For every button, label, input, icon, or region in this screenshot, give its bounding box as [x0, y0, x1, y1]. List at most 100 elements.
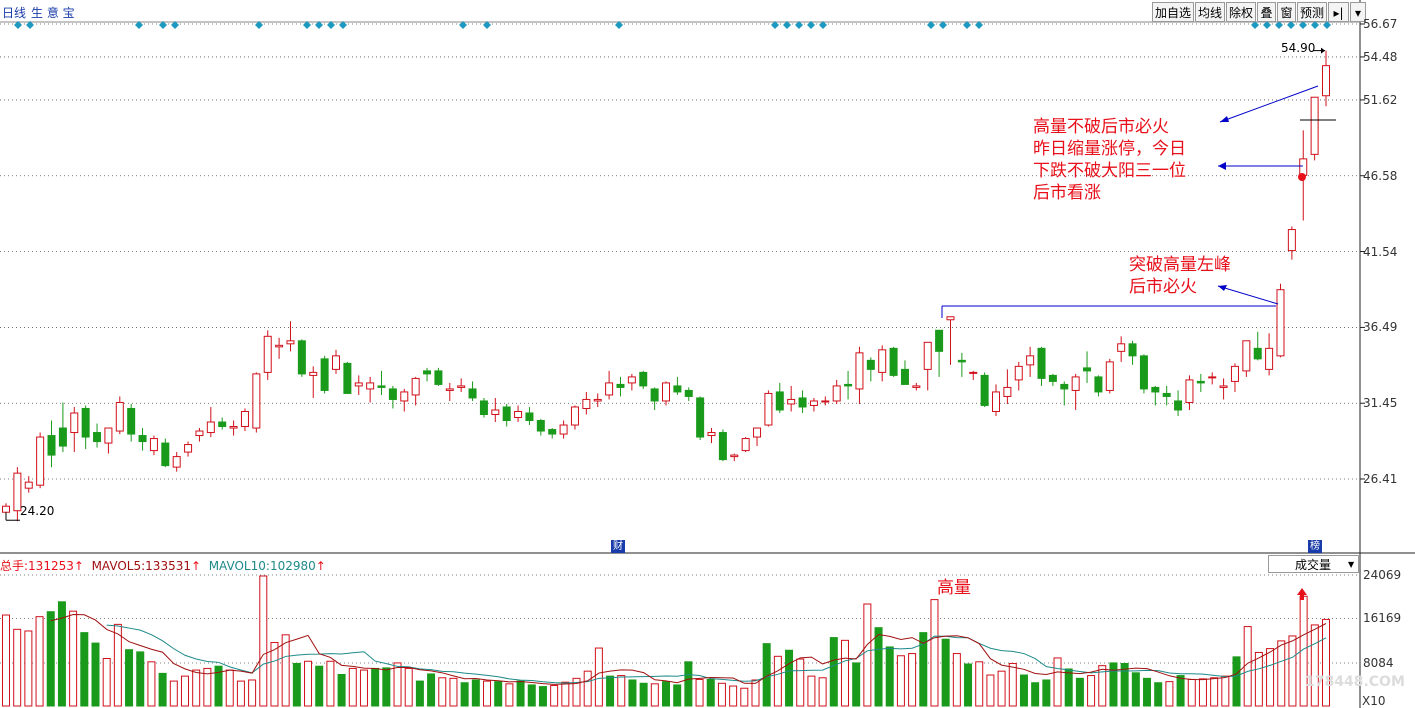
toolbar-button-0[interactable]: 加自选	[1152, 2, 1194, 22]
candle-body-up	[149, 438, 158, 452]
volume-bar-down	[706, 678, 715, 707]
candle-body-up	[1026, 355, 1035, 366]
candle-body-up	[582, 398, 591, 409]
volume-bar-down	[673, 684, 682, 707]
volume-bar-up	[169, 680, 178, 707]
note-volume-peak: 高量	[937, 578, 971, 598]
volume-bar-up	[24, 630, 33, 707]
candle-body-up	[1014, 365, 1023, 381]
price-tick-label: 26.41	[1363, 472, 1398, 486]
candle-body-down	[1128, 343, 1137, 357]
volume-bar-up	[1288, 635, 1297, 707]
candle-body-down	[980, 374, 989, 406]
price-tick-label: 46.58	[1363, 168, 1398, 183]
volume-bar-up	[930, 599, 939, 707]
candle-body-up	[24, 481, 33, 489]
candle-body-up	[605, 382, 614, 396]
candle-body-down	[650, 388, 659, 402]
candle-body-down	[639, 371, 648, 387]
volume-bar-down	[874, 627, 883, 707]
candle-body-down	[1162, 392, 1171, 397]
candle-body-up	[275, 344, 284, 348]
candle-body-up	[1071, 376, 1080, 391]
candle-body-up	[1322, 65, 1330, 97]
volume-bar-down	[785, 649, 794, 707]
volume-bar-down	[516, 680, 525, 707]
volume-bar-down	[1143, 677, 1152, 707]
volume-bar-down	[427, 673, 436, 707]
volume-bar-down	[852, 662, 861, 707]
candle-body-down	[377, 385, 386, 388]
volume-bar-up	[1254, 651, 1263, 707]
candle-body-up	[753, 427, 762, 438]
candle-body-down	[798, 397, 807, 408]
volume-bar-up	[975, 661, 984, 707]
candle-body-up	[104, 427, 113, 444]
volume-bar-down	[46, 611, 55, 707]
toolbar-button-6[interactable]: ▸|	[1328, 2, 1349, 22]
finance-marker[interactable]: 财	[611, 540, 625, 553]
toolbar-button-3[interactable]: 叠	[1257, 2, 1276, 22]
candle-body-up	[1105, 361, 1114, 391]
candle-body-down	[58, 427, 67, 447]
candle-body-down	[479, 400, 488, 415]
volume-bar-up	[1008, 662, 1017, 707]
price-tick-label: 31.45	[1363, 396, 1398, 411]
price-tick-label: 54.48	[1363, 49, 1398, 64]
candle-body-down	[889, 347, 898, 376]
candle-body-up	[309, 371, 318, 376]
candle-body-down	[866, 359, 875, 370]
volume-tick-label: 8084	[1363, 656, 1394, 670]
total-volume-label: 总手:	[0, 559, 29, 573]
candle-body-up	[593, 398, 602, 402]
volume-bar-down	[125, 649, 134, 707]
toolbar-button-2[interactable]: 除权	[1226, 2, 1256, 22]
volume-bar-up	[35, 616, 44, 707]
candle-body-up	[445, 388, 454, 391]
volume-tick-label: 24069	[1363, 568, 1402, 582]
volume-bar-down	[80, 632, 89, 707]
toolbar-button-4[interactable]: 窗	[1277, 2, 1296, 22]
volume-bar-down	[136, 651, 145, 707]
candle-body-up	[1265, 347, 1274, 370]
candle-body-down	[218, 421, 227, 428]
candle-body-down	[718, 432, 727, 461]
candle-body-down	[161, 442, 170, 467]
volume-bar-up	[617, 675, 626, 707]
arrow-note2-head	[1218, 162, 1226, 170]
volume-indicator-dropdown[interactable]: 成交量 ▼	[1268, 555, 1359, 573]
candle-body-up	[730, 454, 739, 458]
period-label[interactable]: 日线	[2, 4, 26, 21]
candle-body-down	[1151, 386, 1160, 393]
high-pointer-arrow	[1321, 47, 1325, 54]
price-tick-label: 51.62	[1363, 92, 1398, 107]
volume-indicator-label: 成交量	[1295, 558, 1332, 572]
candle-body-up	[855, 352, 864, 390]
volume-bar-down	[1131, 672, 1140, 707]
toolbar-button-5[interactable]: 预测	[1297, 2, 1327, 22]
candle-body-up	[764, 392, 773, 426]
volume-bar-down	[415, 680, 424, 707]
volume-bar-down	[829, 637, 838, 707]
ranking-marker[interactable]: 榜	[1308, 540, 1322, 553]
candle-body-up	[240, 410, 249, 428]
candle-body-down	[81, 407, 90, 438]
volume-bar-up	[1266, 648, 1275, 707]
volume-bar-down	[964, 663, 973, 707]
candle-body-up	[195, 430, 204, 437]
candle-body-down	[434, 370, 443, 385]
volume-bar-up	[438, 677, 447, 707]
volume-bar-up	[113, 623, 122, 707]
up-arrow-icon: ↑	[190, 559, 202, 573]
toolbar-button-1[interactable]: 均线	[1195, 2, 1225, 22]
candle-body-down	[616, 383, 625, 388]
volume-bar-up	[404, 667, 413, 707]
candle-body-up	[627, 376, 636, 384]
volume-bar-up	[248, 679, 257, 707]
candle-body-up	[741, 438, 750, 452]
candle-body-up	[787, 398, 796, 405]
candle-body-up	[400, 391, 409, 402]
candle-body-down	[343, 362, 352, 394]
candle-body-up	[36, 436, 45, 486]
volume-bar-up	[281, 634, 290, 707]
